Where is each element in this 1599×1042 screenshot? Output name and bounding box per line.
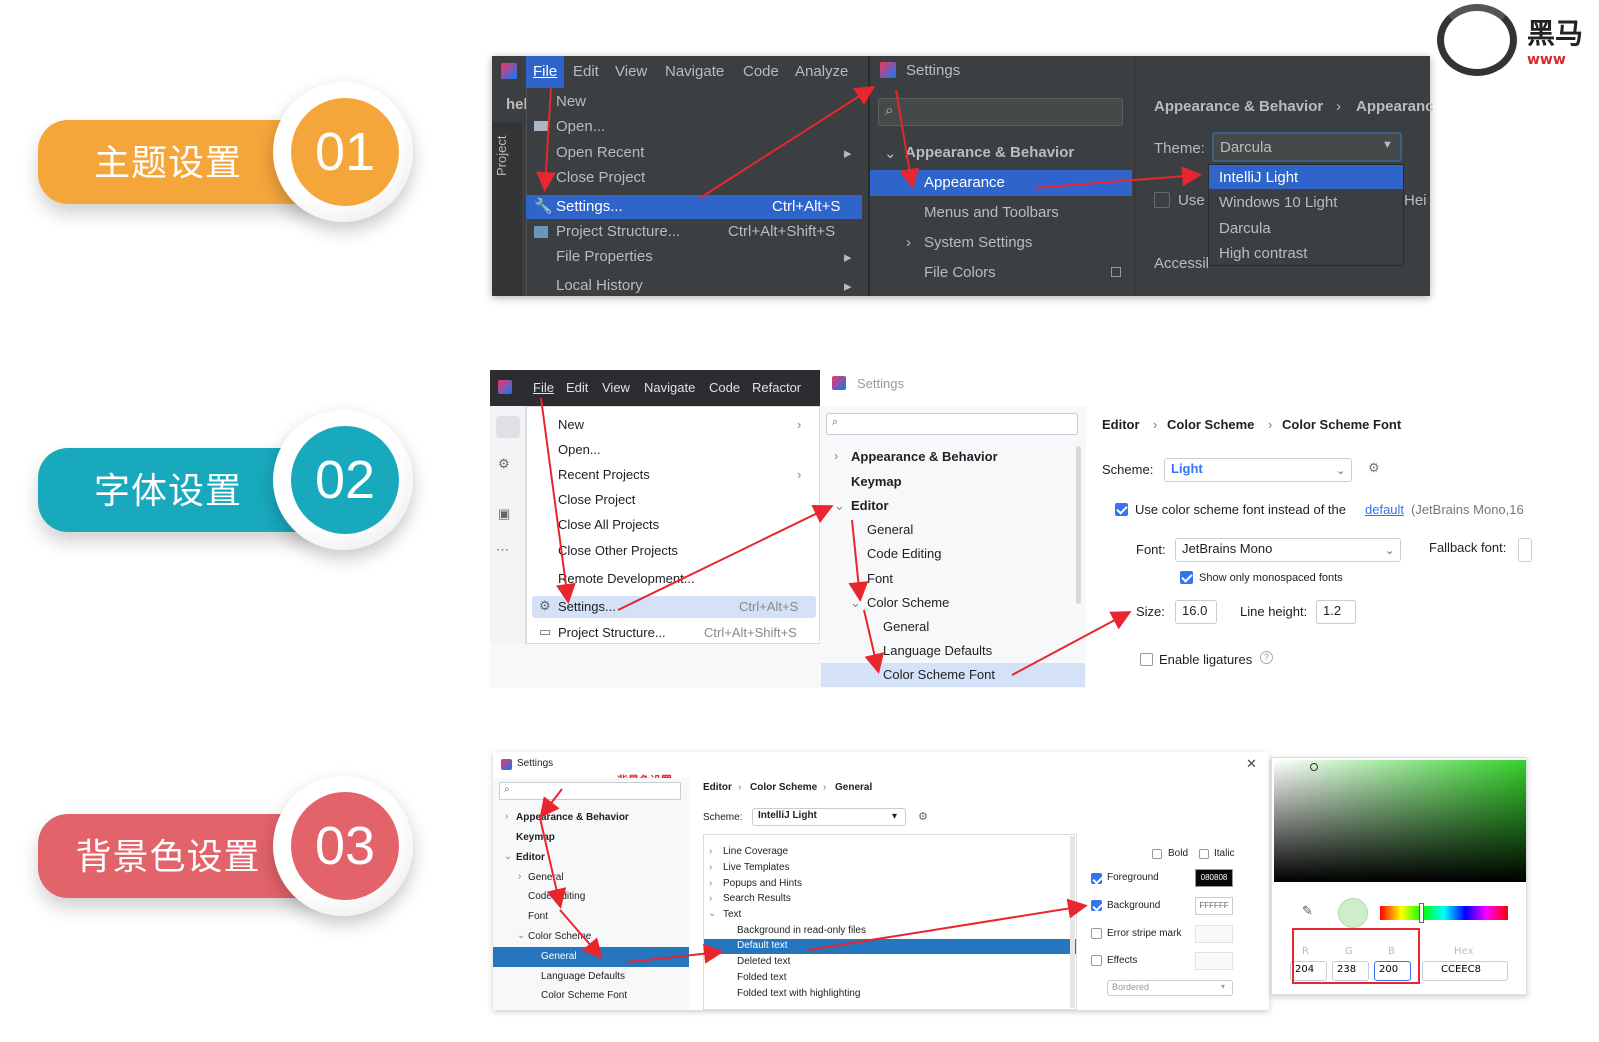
arrow (699, 85, 876, 199)
arrow (1011, 611, 1132, 676)
arrow (807, 898, 1088, 951)
arrow (539, 817, 567, 909)
arrow (863, 609, 885, 674)
arrow (559, 909, 603, 960)
arrow (895, 89, 920, 189)
arrow (627, 943, 724, 964)
arrow (617, 504, 834, 611)
annotation-arrows (535, 85, 1202, 964)
arrow (535, 87, 556, 192)
arrow (1034, 166, 1202, 189)
arrow (539, 788, 563, 819)
arrow (848, 519, 869, 602)
arrow (540, 397, 576, 604)
